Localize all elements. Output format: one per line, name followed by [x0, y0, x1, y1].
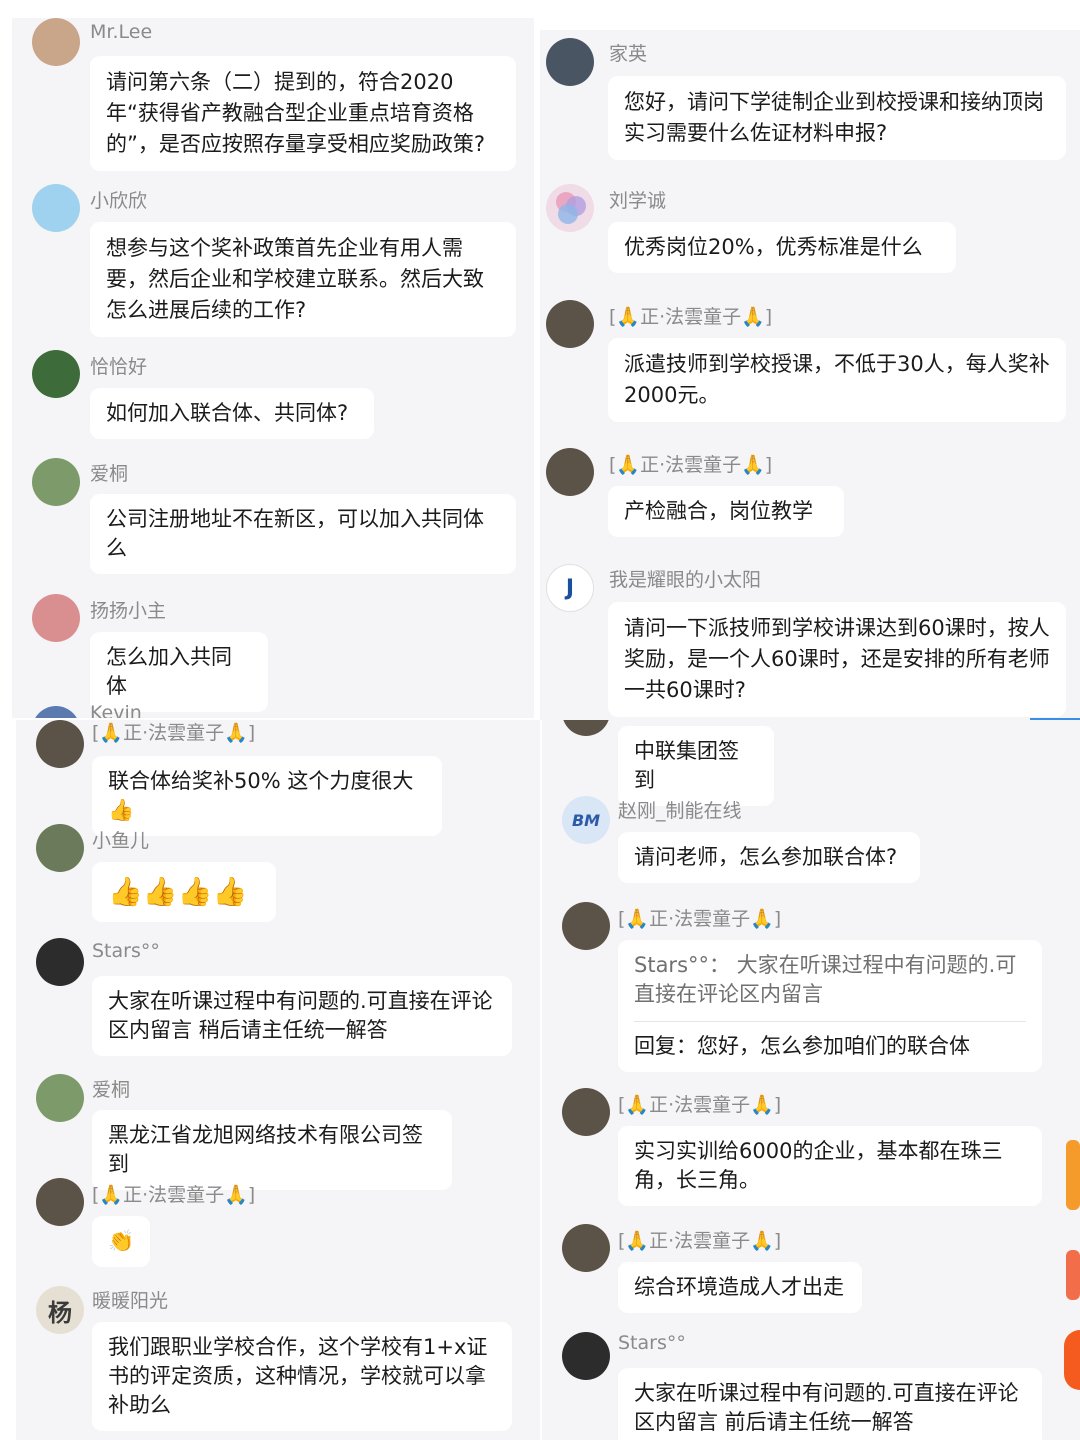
message-bubble[interactable]: 👍👍👍👍: [92, 862, 276, 922]
message-bubble[interactable]: 请问第六条（二）提到的，符合2020年“获得省产教融合型企业重点培育资格的”，是…: [90, 56, 516, 171]
avatar-initial: 杨: [48, 1298, 72, 1327]
user-avatar[interactable]: [546, 38, 594, 86]
message-bubble[interactable]: 优秀岗位20%，优秀标准是什么: [608, 222, 956, 273]
sender-name: 小欣欣: [90, 190, 148, 212]
user-avatar[interactable]: [36, 824, 84, 872]
user-avatar[interactable]: [562, 1332, 610, 1380]
user-avatar[interactable]: [546, 184, 594, 232]
user-avatar[interactable]: [36, 720, 84, 768]
message-bubble[interactable]: 请问一下派技师到学校讲课达到60课时，按人奖励，是一个人60课时，还是安排的所有…: [608, 602, 1066, 717]
chat-panel-top-left: Mr.Lee 请问第六条（二）提到的，符合2020年“获得省产教融合型企业重点培…: [12, 18, 534, 718]
sender-name: [🙏正·法雲童子🙏]: [609, 306, 773, 328]
sender-name: 我是耀眼的小太阳: [609, 569, 762, 591]
user-avatar[interactable]: [562, 902, 610, 950]
message-bubble[interactable]: 👏: [92, 1216, 150, 1267]
sender-name: 爱桐: [90, 463, 129, 485]
user-avatar[interactable]: 杨: [36, 1286, 84, 1334]
message-bubble[interactable]: 联合体给奖补50% 这个力度很大👍: [92, 756, 442, 836]
company-logo-icon: BM: [571, 810, 601, 830]
sender-name: 赵刚_制能在线: [618, 800, 742, 822]
sender-name: [🙏正·法雲童子🙏]: [618, 908, 782, 930]
sender-name: 暖暖阳光: [92, 1290, 169, 1312]
user-avatar[interactable]: [562, 720, 610, 736]
user-avatar[interactable]: [546, 300, 594, 348]
message-bubble[interactable]: 您好，请问下学徒制企业到校授课和接纳顶岗实习需要什么佐证材料申报?: [608, 76, 1066, 160]
user-avatar[interactable]: [562, 1224, 610, 1272]
user-avatar[interactable]: [36, 938, 84, 986]
message-bubble[interactable]: 大家在听课过程中有问题的.可直接在评论区内留言 前后请主任统一解答: [618, 1368, 1042, 1440]
user-avatar[interactable]: J: [546, 564, 594, 612]
message-bubble[interactable]: 大家在听课过程中有问题的.可直接在评论区内留言 稍后请主任统一解答: [92, 976, 512, 1056]
sender-name: Stars°°: [618, 1332, 686, 1354]
user-avatar[interactable]: [36, 1178, 84, 1226]
sender-name: [🙏正·法雲童子🙏]: [92, 722, 256, 744]
user-avatar[interactable]: [32, 18, 80, 66]
sender-name: 扬扬小主: [90, 600, 167, 622]
sender-name: [🙏正·法雲童子🙏]: [618, 1094, 782, 1116]
sender-name: Mr.Lee: [90, 21, 153, 43]
user-avatar[interactable]: [32, 458, 80, 506]
reply-bubble[interactable]: Stars°°： 大家在听课过程中有问题的.可直接在评论区内留言 回复：您好，怎…: [618, 940, 1042, 1072]
message-bubble[interactable]: 派遣技师到学校授课，不低于30人，每人奖补2000元。: [608, 338, 1066, 422]
sender-name: 小鱼儿: [92, 830, 150, 852]
message-bubble[interactable]: 如何加入联合体、共同体?: [90, 388, 374, 439]
message-bubble[interactable]: 想参与这个奖补政策首先企业有用人需要，然后企业和学校建立联系。然后大致怎么进展后…: [90, 222, 516, 337]
sender-name: 刘学诚: [609, 190, 667, 212]
message-bubble[interactable]: 中联集团签到: [618, 726, 774, 806]
message-bubble[interactable]: 实习实训给6000的企业，基本都在珠三角，长三角。: [618, 1126, 1042, 1206]
message-bubble[interactable]: 黑龙江省龙旭网络技术有限公司签到: [92, 1110, 452, 1190]
user-avatar[interactable]: [32, 184, 80, 232]
sender-name: 恰恰好: [90, 356, 148, 378]
message-bubble[interactable]: 怎么加入共同体: [90, 632, 268, 712]
edge-decoration: [1066, 1250, 1080, 1300]
edge-decoration: [1066, 1140, 1080, 1210]
message-bubble[interactable]: 公司注册地址不在新区，可以加入共同体么: [90, 494, 516, 574]
sender-name: [🙏正·法雲童子🙏]: [609, 454, 773, 476]
sender-name: 家英: [609, 43, 648, 65]
quoted-message: Stars°°： 大家在听课过程中有问题的.可直接在评论区内留言: [634, 953, 1017, 1006]
message-bubble[interactable]: 产检融合，岗位教学: [608, 486, 844, 537]
sender-name: Stars°°: [92, 940, 160, 962]
chat-panel-top-right: 家英 您好，请问下学徒制企业到校授课和接纳顶岗实习需要什么佐证材料申报? 刘学诚…: [540, 30, 1080, 720]
user-avatar[interactable]: [32, 350, 80, 398]
chat-panel-bottom-left: [🙏正·法雲童子🙏] 联合体给奖补50% 这个力度很大👍 小鱼儿 👍👍👍👍 St…: [16, 720, 540, 1440]
user-avatar[interactable]: BM: [562, 796, 610, 844]
sender-name: [🙏正·法雲童子🙏]: [618, 1230, 782, 1252]
sender-name: Kevin: [90, 702, 142, 718]
chat-panel-bottom-right: 中联集团签到 BM 赵刚_制能在线 请问老师，怎么参加联合体? [🙏正·法雲童子…: [542, 720, 1080, 1440]
user-avatar[interactable]: [32, 706, 80, 718]
reply-text: 回复：您好，怎么参加咱们的联合体: [634, 1034, 970, 1058]
user-avatar[interactable]: [32, 594, 80, 642]
message-bubble[interactable]: 综合环境造成人才出走: [618, 1262, 862, 1313]
user-avatar[interactable]: [36, 1074, 84, 1122]
message-bubble[interactable]: 请问老师，怎么参加联合体?: [618, 832, 920, 883]
sender-name: 爱桐: [92, 1079, 131, 1101]
edge-decoration: [1064, 1330, 1080, 1390]
user-avatar[interactable]: [562, 1088, 610, 1136]
venn-icon: [556, 192, 586, 224]
logo-j-icon: J: [565, 575, 575, 601]
quote-divider: [634, 1021, 1026, 1022]
message-bubble[interactable]: 我们跟职业学校合作，这个学校有1+x证书的评定资质，这种情况，学校就可以拿补助么: [92, 1322, 512, 1431]
sender-name: [🙏正·法雲童子🙏]: [92, 1184, 256, 1206]
user-avatar[interactable]: [546, 448, 594, 496]
